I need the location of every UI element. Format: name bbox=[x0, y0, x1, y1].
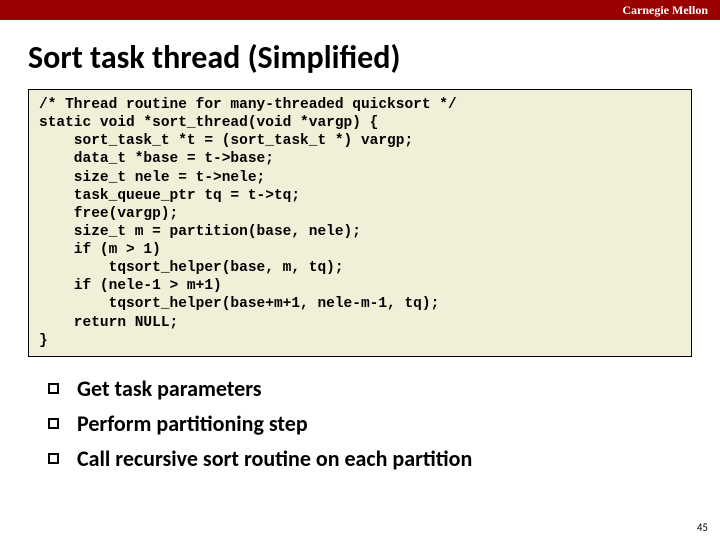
bullet-icon bbox=[48, 418, 59, 429]
header-bar: Carnegie Mellon bbox=[0, 0, 720, 20]
list-item: Perform partitioning step bbox=[48, 410, 720, 437]
bullet-icon bbox=[48, 383, 59, 394]
bullet-icon bbox=[48, 453, 59, 464]
bullet-text: Call recursive sort routine on each part… bbox=[77, 445, 472, 472]
brand-label: Carnegie Mellon bbox=[622, 3, 708, 17]
code-block: /* Thread routine for many-threaded quic… bbox=[28, 89, 692, 357]
list-item: Get task parameters bbox=[48, 375, 720, 402]
page-number: 45 bbox=[697, 521, 708, 534]
bullet-list: Get task parameters Perform partitioning… bbox=[0, 375, 720, 472]
bullet-text: Perform partitioning step bbox=[77, 410, 308, 437]
list-item: Call recursive sort routine on each part… bbox=[48, 445, 720, 472]
page-title: Sort task thread (Simplified) bbox=[0, 20, 720, 89]
bullet-text: Get task parameters bbox=[77, 375, 262, 402]
